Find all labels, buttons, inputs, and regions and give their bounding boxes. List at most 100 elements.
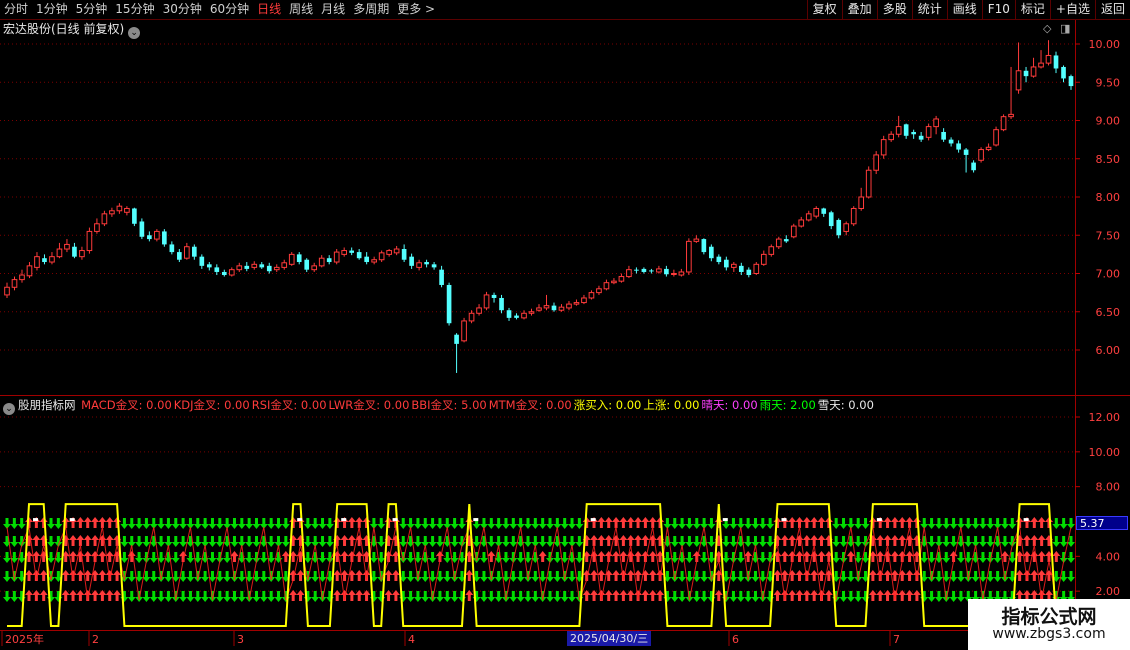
stock-title[interactable]: 宏达股份(日线 前复权) ⌄: [3, 20, 141, 39]
down-arrow: [501, 518, 510, 529]
candle-body: [499, 297, 504, 311]
down-arrow: [501, 552, 510, 563]
candle-body: [941, 131, 946, 140]
down-arrow: [17, 518, 26, 529]
candle-body: [865, 169, 872, 198]
down-arrow: [318, 518, 327, 529]
signal-step-line: [7, 503, 1071, 627]
down-arrow: [832, 552, 841, 563]
down-arrow: [472, 552, 481, 563]
candle-body: [184, 246, 190, 259]
up-arrow: [868, 590, 877, 601]
down-arrow: [487, 536, 496, 547]
legend-item: MACD金叉: 0.00: [81, 398, 172, 412]
candle-body: [401, 249, 407, 260]
indicator-axis-label: 10.00: [1089, 446, 1121, 459]
down-arrow: [325, 518, 334, 529]
down-arrow: [318, 536, 327, 547]
down-arrow: [744, 591, 753, 602]
up-arrow: [76, 517, 85, 528]
up-arrow: [626, 590, 635, 601]
panel-toggle-icon[interactable]: ◨: [1060, 22, 1070, 35]
down-arrow: [949, 591, 958, 602]
candle-body: [296, 254, 302, 263]
up-arrow: [905, 517, 914, 528]
candle-body: [1068, 76, 1074, 87]
candle-body: [34, 256, 40, 268]
down-arrow: [164, 571, 173, 582]
down-arrow: [274, 518, 283, 529]
down-arrow: [685, 536, 694, 547]
up-arrow: [648, 517, 657, 528]
down-arrow: [435, 536, 444, 547]
candle-body: [649, 270, 654, 272]
down-arrow: [1052, 536, 1061, 547]
down-arrow: [942, 518, 951, 529]
down-arrow: [531, 518, 540, 529]
down-arrow: [560, 591, 569, 602]
candle-body: [978, 149, 984, 161]
up-arrow: [890, 517, 899, 528]
candle-body: [378, 252, 385, 261]
candle-body: [618, 276, 625, 282]
up-arrow: [83, 517, 92, 528]
down-arrow: [758, 536, 767, 547]
down-arrow: [553, 591, 562, 602]
down-arrow: [157, 536, 166, 547]
down-arrow: [450, 518, 459, 529]
candle-body: [671, 273, 677, 275]
down-arrow: [839, 518, 848, 529]
down-arrow: [259, 552, 268, 563]
up-arrow: [824, 590, 833, 601]
down-arrow: [201, 571, 210, 582]
up-arrow: [91, 535, 100, 546]
up-arrow: [1037, 535, 1046, 546]
candle-body: [192, 246, 197, 257]
candle-body: [446, 284, 452, 324]
candle-body: [925, 126, 932, 138]
diamond-icon[interactable]: ◇: [1043, 22, 1051, 35]
candle-body: [843, 223, 850, 232]
down-arrow: [369, 552, 378, 563]
up-arrow: [612, 551, 621, 562]
down-arrow: [179, 591, 188, 602]
chevron-down-icon[interactable]: ⌄: [128, 27, 141, 39]
time-axis-label: 3: [237, 633, 244, 646]
down-arrow: [1059, 518, 1068, 529]
down-arrow: [854, 591, 863, 602]
candle-body: [753, 263, 760, 275]
down-arrow: [516, 552, 525, 563]
down-arrow: [47, 518, 56, 529]
chart-area[interactable]: 10.00 9.50 9.00 8.50 8.00 7.50 7.00 6.50 6.00 12.…: [0, 0, 1130, 650]
chevron-down-icon[interactable]: ⌄: [3, 403, 15, 415]
run-marker: [473, 518, 479, 522]
down-arrow: [993, 571, 1002, 582]
candle-body: [573, 302, 580, 305]
up-arrow: [98, 570, 107, 581]
down-arrow: [523, 518, 532, 529]
down-arrow: [457, 518, 466, 529]
down-arrow: [736, 591, 745, 602]
down-arrow: [149, 591, 158, 602]
time-axis-label: 2: [92, 633, 99, 646]
candle-body: [558, 306, 565, 311]
candle-body: [1030, 66, 1037, 77]
down-arrow: [700, 552, 709, 563]
down-arrow: [47, 552, 56, 563]
up-arrow: [113, 570, 122, 581]
down-arrow: [303, 552, 312, 563]
candle-body: [79, 250, 85, 258]
candle-body: [101, 213, 108, 225]
down-arrow: [854, 518, 863, 529]
down-arrow: [700, 591, 709, 602]
up-arrow: [355, 570, 364, 581]
up-arrow: [780, 535, 789, 546]
down-arrow: [670, 536, 679, 547]
up-arrow: [810, 570, 819, 581]
down-arrow: [736, 571, 745, 582]
down-arrow: [964, 518, 973, 529]
candle-body: [709, 246, 714, 259]
price-axis-label: 6.50: [1096, 306, 1121, 319]
down-arrow: [443, 552, 452, 563]
down-arrow: [399, 552, 408, 563]
